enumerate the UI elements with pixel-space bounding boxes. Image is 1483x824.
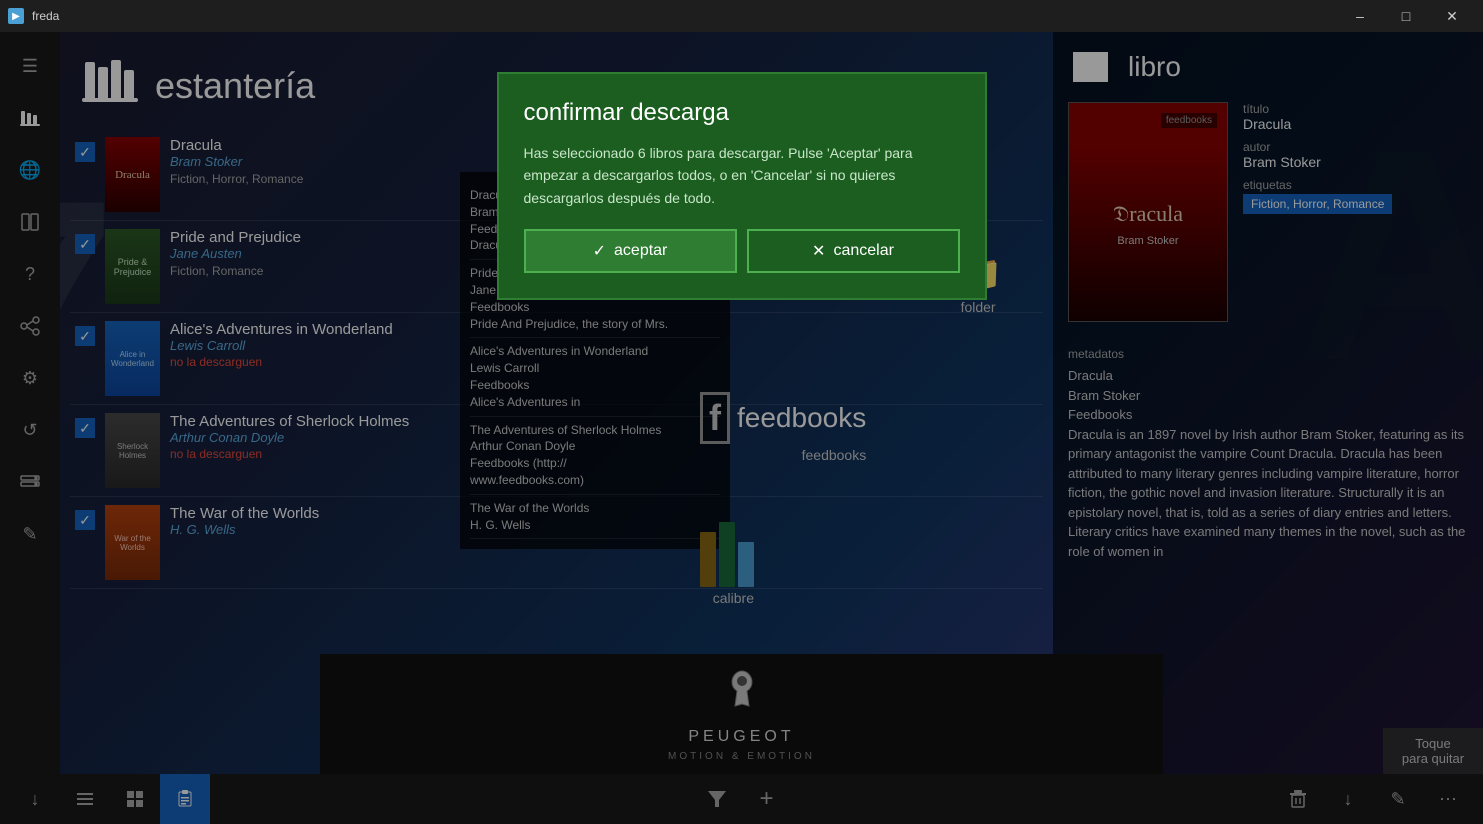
app-container: 7 A ☰ 🌐 ?	[0, 32, 1483, 824]
app-title: freda	[32, 9, 1337, 23]
modal-buttons: ✓ aceptar ✕ cancelar	[524, 229, 960, 273]
app-icon: ▶	[8, 8, 24, 24]
cancel-button[interactable]: ✕ cancelar	[747, 229, 960, 273]
modal-overlay: confirmar descarga Has seleccionado 6 li…	[0, 32, 1483, 824]
accept-button[interactable]: ✓ aceptar	[524, 229, 737, 273]
minimize-button[interactable]: –	[1337, 0, 1383, 32]
modal-title: confirmar descarga	[524, 99, 960, 127]
close-button[interactable]: ✕	[1429, 0, 1475, 32]
check-icon: ✓	[593, 241, 606, 261]
modal-dialog: confirmar descarga Has seleccionado 6 li…	[497, 72, 987, 300]
x-icon: ✕	[812, 241, 825, 261]
maximize-button[interactable]: □	[1383, 0, 1429, 32]
accept-label: aceptar	[614, 242, 667, 260]
cancel-label: cancelar	[833, 242, 893, 260]
modal-body: Has seleccionado 6 libros para descargar…	[524, 142, 960, 209]
window-controls: – □ ✕	[1337, 0, 1475, 32]
title-bar: ▶ freda – □ ✕	[0, 0, 1483, 32]
